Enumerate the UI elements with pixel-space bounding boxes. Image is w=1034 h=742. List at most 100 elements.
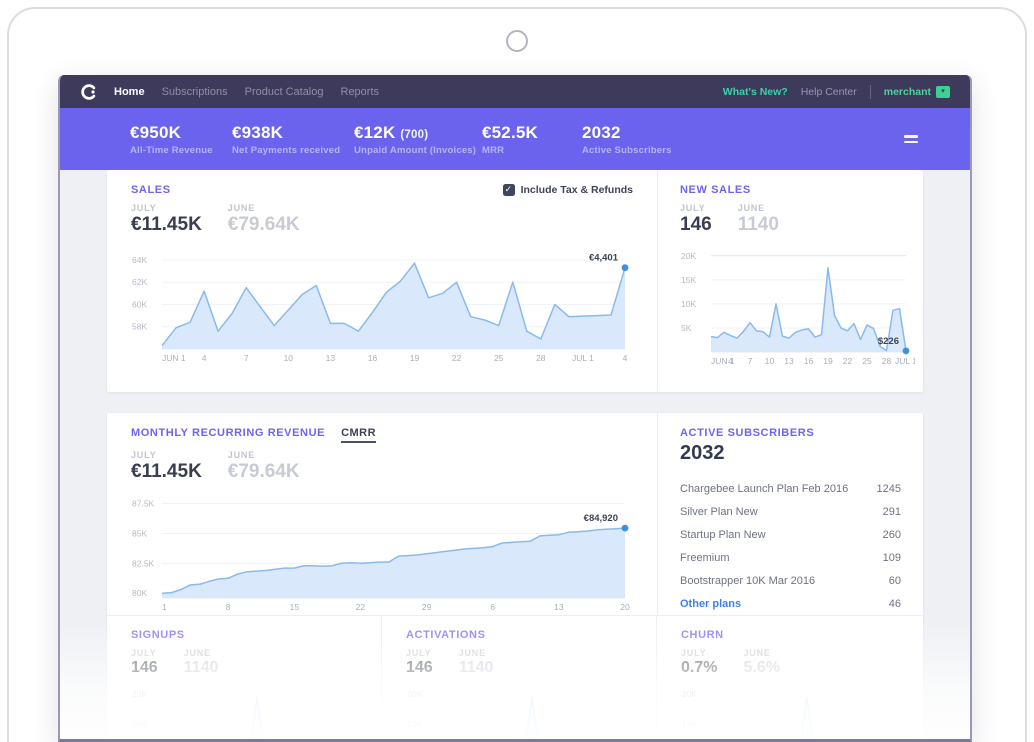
merchant-menu[interactable]: merchant ▾ [884, 86, 950, 98]
period-value: €11.45K [131, 461, 202, 483]
plan-name: Startup Plan New [680, 529, 766, 541]
period-value: 146 [406, 659, 433, 677]
plan-row: Freemium 109 [680, 546, 901, 569]
svg-text:6: 6 [490, 602, 495, 612]
mrr-panel: MONTHLY RECURRING REVENUE CMRR JULY €11.… [107, 413, 658, 615]
svg-text:19: 19 [410, 353, 420, 363]
june-stat: JUNE 1140 [738, 203, 779, 236]
stat-label: Unpaid Amount (Invoices) [354, 145, 482, 156]
plan-row: Chargebee Launch Plan Feb 2016 1245 [680, 477, 901, 500]
plan-count: 1245 [877, 483, 901, 495]
svg-text:20K: 20K [681, 251, 696, 261]
nav-item-home[interactable]: Home [114, 86, 145, 98]
svg-text:64K: 64K [132, 255, 147, 265]
svg-text:87.5K: 87.5K [132, 499, 155, 509]
period-value: 146 [131, 659, 158, 677]
stats-bar: €950K All-Time Revenue €938K Net Payment… [60, 108, 970, 170]
equalizer-menu-icon[interactable] [904, 132, 918, 146]
nav-divider [870, 85, 871, 99]
period-value: €79.64K [228, 214, 300, 236]
svg-text:22: 22 [356, 602, 366, 612]
stat-label: All-Time Revenue [130, 145, 232, 156]
tab-cmrr[interactable]: CMRR [341, 427, 376, 443]
svg-text:15K: 15K [682, 719, 697, 729]
nav-item-product-catalog[interactable]: Product Catalog [245, 86, 324, 98]
svg-text:85K: 85K [132, 529, 147, 539]
svg-text:4: 4 [623, 353, 628, 363]
whats-new-link[interactable]: What's New? [723, 86, 788, 98]
svg-text:80K: 80K [132, 588, 147, 598]
other-plans-link[interactable]: Other plans [680, 598, 741, 610]
plan-name: Bootstrapper 10K Mar 2016 [680, 575, 815, 587]
new-sales-panel: NEW SALES JULY 146 JUNE 1140 20K15K10K5K… [658, 170, 937, 392]
svg-text:4: 4 [728, 356, 733, 366]
plan-list: Chargebee Launch Plan Feb 2016 1245 Silv… [680, 477, 901, 615]
period-value: €79.64K [228, 461, 300, 483]
chargebee-logo-icon[interactable] [80, 83, 98, 101]
dashboard-content: SALES Include Tax & Refunds JULY €11.45K… [60, 170, 970, 739]
plan-name: Chargebee Launch Plan Feb 2016 [680, 483, 848, 495]
july-stat: JULY 146 [131, 648, 158, 677]
app-window: Home Subscriptions Product Catalog Repor… [58, 75, 972, 742]
mrr-card: MONTHLY RECURRING REVENUE CMRR JULY €11.… [107, 413, 923, 739]
july-stat: JULY 146 [406, 648, 433, 677]
period-value: 1140 [459, 659, 494, 677]
svg-text:13: 13 [554, 602, 564, 612]
svg-text:20K: 20K [682, 689, 697, 699]
period-value: 0.7% [681, 659, 717, 677]
mrr-chart: 87.5K85K82.5K80K1815222961320€84,920 [131, 491, 634, 613]
june-stat: JUNE €79.64K [228, 203, 300, 236]
svg-text:10: 10 [284, 353, 294, 363]
svg-text:58K: 58K [132, 322, 147, 332]
checkbox-label: Include Tax & Refunds [521, 184, 633, 196]
camera-icon [506, 30, 528, 52]
svg-text:22: 22 [843, 356, 853, 366]
stat-sub-value: (700) [400, 129, 428, 141]
help-center-link[interactable]: Help Center [801, 86, 857, 98]
sales-card: SALES Include Tax & Refunds JULY €11.45K… [107, 170, 923, 392]
stat-mrr: €52.5K MRR [482, 123, 582, 156]
stat-net-payments: €938K Net Payments received [232, 123, 354, 156]
svg-text:20K: 20K [407, 689, 422, 699]
svg-text:€4,401: €4,401 [589, 253, 619, 264]
mrr-title: MONTHLY RECURRING REVENUE [131, 427, 325, 439]
churn-chart: 20K 15K [681, 683, 911, 739]
july-stat: JULY 146 [680, 203, 712, 236]
svg-text:28: 28 [536, 353, 546, 363]
svg-text:25: 25 [862, 356, 872, 366]
plan-count: 46 [889, 598, 901, 610]
svg-text:JUL 1: JUL 1 [895, 356, 915, 366]
svg-text:$226: $226 [878, 336, 899, 347]
period-label: JUNE [228, 203, 300, 213]
chevron-down-icon: ▾ [936, 86, 950, 98]
plan-count: 291 [883, 506, 901, 518]
svg-text:25: 25 [494, 353, 504, 363]
stat-value: €12K [354, 123, 395, 142]
svg-text:60K: 60K [132, 300, 147, 310]
period-label: JULY [131, 203, 202, 213]
stat-label: Active Subscribers [582, 145, 672, 156]
activations-panel: ACTIVATIONS JULY 146 JUNE 1140 20K15K [382, 616, 657, 739]
period-label: JUNE [184, 648, 219, 658]
plan-row: Startup Plan New 260 [680, 523, 901, 546]
sales-chart: 64K62K60K58KJUN 14710131619222528JUL 14€… [131, 242, 634, 364]
nav-item-reports[interactable]: Reports [341, 86, 380, 98]
june-stat: JUNE 1140 [184, 648, 219, 677]
active-subscribers-total: 2032 [680, 442, 901, 465]
plan-row: Other plans 46 [680, 592, 901, 615]
nav-item-subscriptions[interactable]: Subscriptions [162, 86, 228, 98]
period-label: JULY [131, 648, 158, 658]
stat-active-subscribers: 2032 Active Subscribers [582, 123, 672, 156]
activations-chart: 20K15K [406, 683, 636, 739]
svg-text:JUN 1: JUN 1 [162, 353, 186, 363]
include-tax-refunds-checkbox[interactable]: Include Tax & Refunds [503, 184, 633, 196]
svg-text:13: 13 [784, 356, 794, 366]
plan-name: Freemium [680, 552, 730, 564]
stat-value: €52.5K [482, 123, 538, 142]
stat-value: €938K [232, 123, 283, 142]
checkbox-checked-icon [503, 184, 515, 196]
july-stat: JULY €11.45K [131, 450, 202, 483]
svg-text:15K: 15K [132, 719, 147, 729]
signups-panel: SIGNUPS JULY 146 JUNE 1140 20K15K [107, 616, 382, 739]
july-stat: JULY 0.7% [681, 648, 717, 677]
